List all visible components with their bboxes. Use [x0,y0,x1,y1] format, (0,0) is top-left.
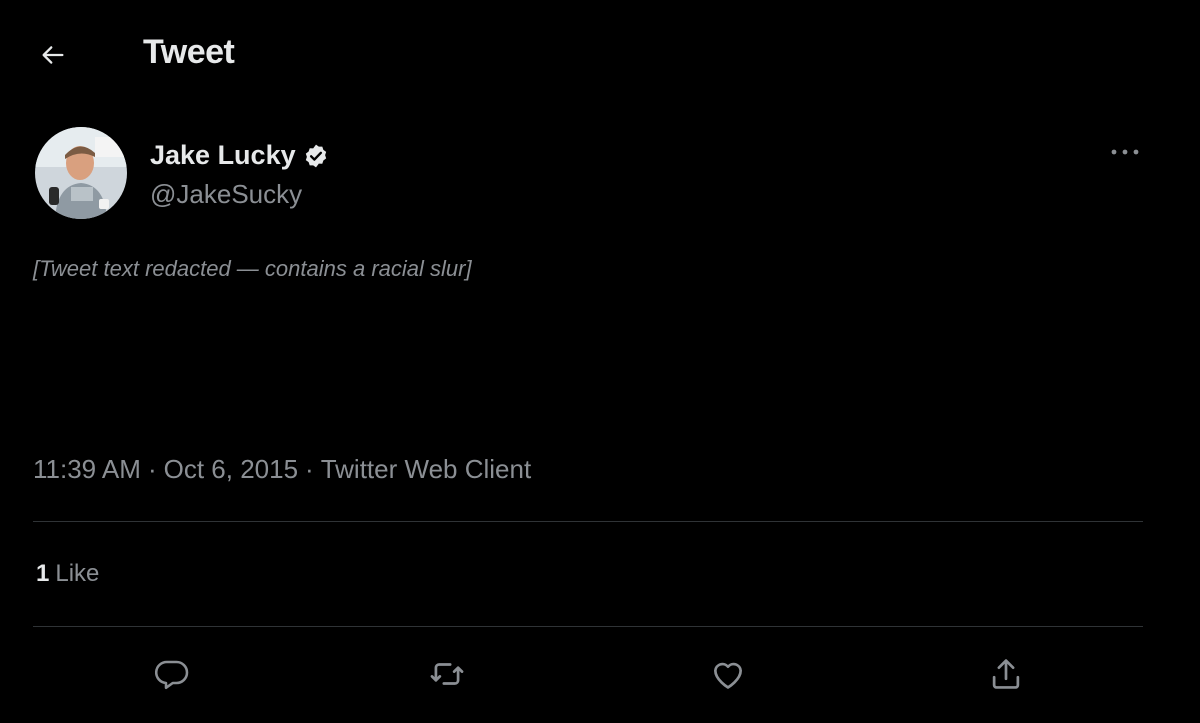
avatar[interactable] [35,127,127,219]
tweet-client: Twitter Web Client [320,454,532,484]
author-handle[interactable]: @JakeSucky [150,179,302,210]
heart-icon [713,662,743,689]
likes-stat[interactable]: 1 Like [36,560,99,588]
like-button[interactable] [706,652,750,696]
author-display-name[interactable]: Jake Lucky [150,140,296,171]
share-icon [992,659,1020,689]
more-horizontal-icon [1111,149,1139,155]
divider [33,626,1143,627]
back-button[interactable] [36,38,70,72]
author-name-row: Jake Lucky [150,140,329,171]
tweet-time[interactable]: 11:39 AM [33,454,141,484]
retweet-icon [430,663,464,685]
likes-count: 1 [36,560,50,587]
avatar-image [35,127,127,219]
more-options-button[interactable] [1108,142,1142,162]
meta-separator: · [147,454,157,484]
divider [33,521,1143,522]
page-title: Tweet [143,33,235,71]
tweet-text: [Tweet text redacted — contains a racial… [33,256,472,281]
verified-badge-icon [305,144,326,167]
meta-separator: · [305,454,314,484]
reply-icon [154,660,189,690]
likes-label: Like [55,560,100,587]
tweet-header: Tweet [0,0,1200,105]
tweet-date[interactable]: Oct 6, 2015 [164,454,298,484]
share-button[interactable] [984,652,1028,696]
retweet-button[interactable] [425,652,469,696]
arrow-left-icon [42,46,64,64]
reply-button[interactable] [150,652,194,696]
tweet-metadata: 11:39 AM · Oct 6, 2015 · Twitter Web Client [33,454,531,485]
